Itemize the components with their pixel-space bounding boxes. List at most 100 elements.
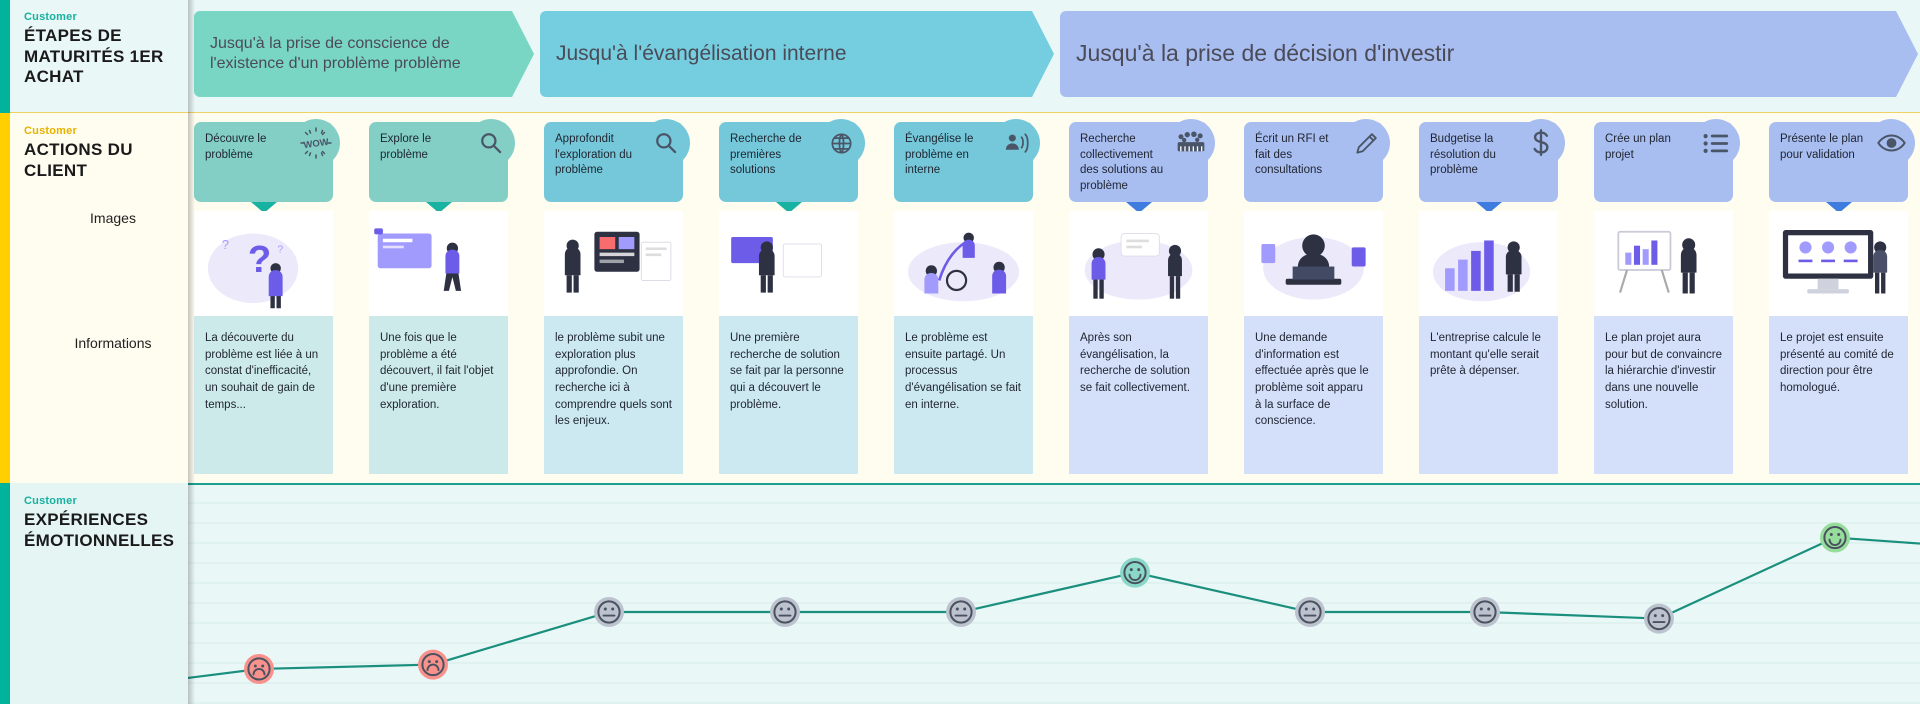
emotion-point-neutral-face-icon[interactable] [946, 597, 976, 628]
journey-column-5: Évangélise le problème en interne Le pro… [894, 113, 1040, 483]
emotion-point-neutral-face-icon[interactable] [594, 597, 624, 628]
action-card-label: Recherche de premières solutions [730, 133, 802, 177]
journey-column-7: Écrit un RFI et fait des consultations U… [1244, 113, 1390, 483]
action-card-6[interactable]: Recherche collectivement des solutions a… [1069, 119, 1215, 213]
phase-banner-2[interactable]: Jusqu'à l'évangélisation interne [540, 11, 1054, 97]
phase-banner-label: Jusqu'à la prise de décision d'investir [1076, 40, 1455, 67]
info-card-2: Une fois que le problème a été découvert… [369, 316, 508, 474]
action-card-1[interactable]: Découvre le problème WOW [194, 119, 340, 213]
rail-accent-emotions [0, 483, 10, 704]
info-card-text: L'entreprise calcule le montant qu'elle … [1430, 332, 1541, 378]
phase-banner-chevron [506, 11, 534, 97]
illustration-1: ? ? ? [194, 211, 333, 316]
phase-banner-chevron [1890, 11, 1918, 97]
eye-icon[interactable] [1867, 119, 1915, 167]
action-card-label: Présente le plan pour validation [1780, 133, 1864, 161]
svg-text:?: ? [222, 237, 229, 252]
emotion-point-neutral-face-icon[interactable] [1644, 603, 1674, 634]
action-card-4[interactable]: Recherche de premières solutions [719, 119, 865, 213]
action-card-label: Crée un plan projet [1605, 133, 1671, 161]
globe-icon[interactable] [817, 119, 865, 167]
rail-row-emotions: Customer EXPÉRIENCES ÉMOTIONNELLES [0, 483, 189, 704]
journey-column-8: Budgetise la résolution du problème L'en… [1419, 113, 1565, 483]
rail-sublabel-informations: Informations [74, 335, 152, 351]
megaphone-icon[interactable] [992, 119, 1040, 167]
phase-banner-label: Jusqu'à la prise de conscience de l'exis… [210, 34, 461, 72]
svg-text:?: ? [248, 238, 271, 281]
illustration-2 [369, 211, 508, 316]
emotion-point-neutral-face-icon[interactable] [770, 597, 800, 628]
illustration-8 [1419, 211, 1558, 316]
journey-column-10: Présente le plan pour validation Le proj… [1769, 113, 1915, 483]
emotion-point-sad-face-icon[interactable] [244, 653, 274, 684]
info-card-8: L'entreprise calcule le montant qu'elle … [1419, 316, 1558, 474]
action-card-9[interactable]: Crée un plan projet [1594, 119, 1740, 202]
action-card-5[interactable]: Évangélise le problème en interne [894, 119, 1040, 202]
info-card-10: Le projet est ensuite présenté au comité… [1769, 316, 1908, 474]
info-card-text: Après son évangélisation, la recherche d… [1080, 332, 1190, 395]
phase-banner-chevron [1026, 11, 1054, 97]
info-card-text: Le plan projet aura pour but de convainc… [1605, 332, 1722, 411]
journey-board: Jusqu'à la prise de conscience de l'exis… [188, 0, 1920, 704]
illustration-3 [544, 211, 683, 316]
rail-title-stages: ÉTAPES DE MATURITÉS 1ER ACHAT [24, 26, 164, 87]
illustration-9 [1594, 211, 1733, 316]
action-card-7[interactable]: Écrit un RFI et fait des consultations [1244, 119, 1390, 202]
emotion-point-neutral-face-icon[interactable] [1470, 597, 1500, 628]
action-card-label: Écrit un RFI et fait des consultations [1255, 133, 1329, 177]
rail-sublabel-images: Images [90, 210, 136, 226]
rail-divider-top [10, 112, 188, 113]
action-card-label: Évangélise le problème en interne [905, 133, 974, 177]
phase-banner-label: Jusqu'à l'évangélisation interne [556, 41, 847, 65]
phase-banner-3[interactable]: Jusqu'à la prise de décision d'investir [1060, 11, 1918, 97]
info-card-5: Le problème est ensuite partagé. Un proc… [894, 316, 1033, 474]
rail-row-actions: Customer ACTIONS DU CLIENT Images Inform… [0, 113, 188, 483]
info-card-7: Une demande d'information est effectuée … [1244, 316, 1383, 474]
group-people-icon[interactable] [1167, 119, 1215, 167]
action-card-label: Découvre le problème [205, 133, 267, 161]
rail-title-actions: ACTIONS DU CLIENT [24, 140, 133, 180]
action-card-label: Explore le problème [380, 133, 432, 161]
action-card-label: Budgetise la résolution du problème [1430, 133, 1496, 177]
svg-text:?: ? [277, 245, 283, 256]
rail-accent-actions [0, 113, 10, 483]
emotion-point-happy-face-icon[interactable] [1820, 522, 1850, 553]
info-card-6: Après son évangélisation, la recherche d… [1069, 316, 1208, 474]
search-icon[interactable] [467, 119, 515, 167]
wow-badge-icon[interactable]: WOW [292, 119, 340, 167]
info-card-text: La découverte du problème est liée à un … [205, 332, 319, 411]
rail-kicker-actions: Customer [24, 125, 77, 137]
journey-column-3: Approfondit l'exploration du problème le… [544, 113, 690, 483]
rail-row-stages: Customer ÉTAPES DE MATURITÉS 1ER ACHAT [0, 0, 188, 113]
action-card-label: Approfondit l'exploration du problème [555, 133, 632, 177]
action-card-8[interactable]: Budgetise la résolution du problème [1419, 119, 1565, 213]
info-card-4: Une première recherche de solution se fa… [719, 316, 858, 474]
board-left-shadow [188, 0, 195, 704]
journey-column-1: Découvre le problème WOW ? ? ? La découv… [194, 113, 340, 483]
emotion-point-neutral-face-icon[interactable] [1295, 597, 1325, 628]
info-card-text: Le projet est ensuite présenté au comité… [1780, 332, 1894, 395]
action-card-2[interactable]: Explore le problème [369, 119, 515, 213]
dollar-icon[interactable] [1517, 119, 1565, 167]
emotion-point-happy-face-icon[interactable] [1120, 557, 1150, 588]
search-icon[interactable] [642, 119, 690, 167]
phase-banner-1[interactable]: Jusqu'à la prise de conscience de l'exis… [194, 11, 534, 97]
rail-kicker-emotions: Customer [24, 495, 77, 507]
action-card-3[interactable]: Approfondit l'exploration du problème [544, 119, 690, 202]
list-icon[interactable] [1692, 119, 1740, 167]
info-card-text: le problème subit une exploration plus a… [555, 332, 672, 428]
pencil-icon[interactable] [1342, 119, 1390, 167]
info-card-9: Le plan projet aura pour but de convainc… [1594, 316, 1733, 474]
action-card-label: Recherche collectivement des solutions a… [1080, 133, 1164, 192]
info-card-text: Une demande d'information est effectuée … [1255, 332, 1369, 428]
rail-title-emotions: EXPÉRIENCES ÉMOTIONNELLES [24, 510, 175, 550]
rail-kicker-stages: Customer [24, 11, 77, 23]
illustration-10 [1769, 211, 1908, 316]
action-card-10[interactable]: Présente le plan pour validation [1769, 119, 1915, 213]
info-card-1: La découverte du problème est liée à un … [194, 316, 333, 474]
illustration-7 [1244, 211, 1383, 316]
emotion-point-sad-face-icon[interactable] [418, 649, 448, 680]
info-card-text: Une première recherche de solution se fa… [730, 332, 844, 411]
journey-column-9: Crée un plan projet Le plan projet aura … [1594, 113, 1740, 483]
journey-column-6: Recherche collectivement des solutions a… [1069, 113, 1215, 483]
